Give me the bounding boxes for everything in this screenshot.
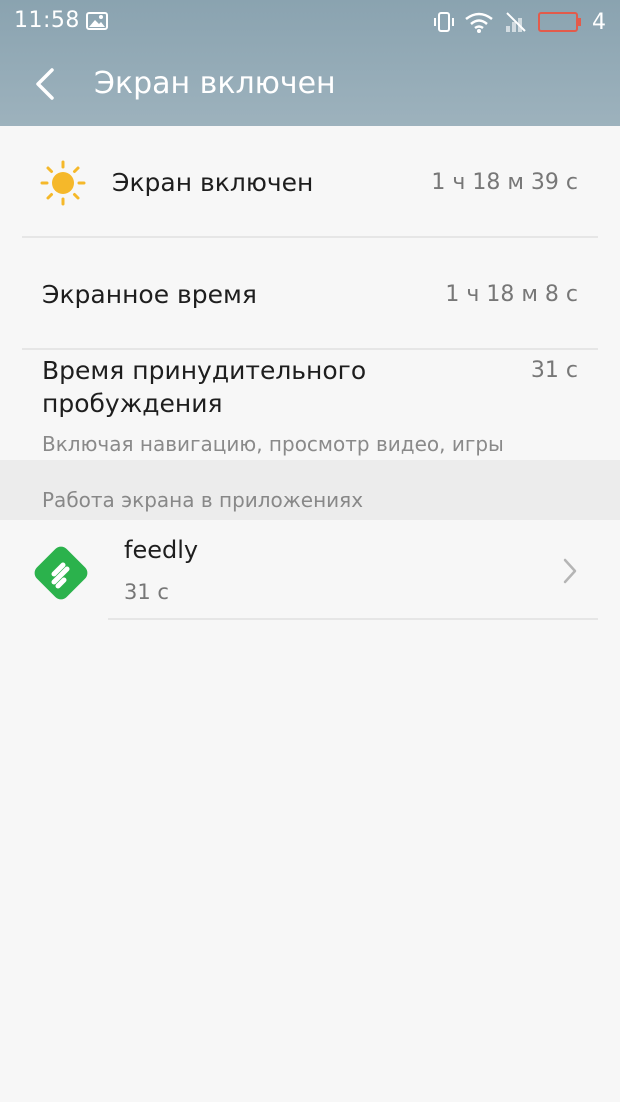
app-time: 31 с — [124, 580, 169, 604]
chevron-left-icon[interactable] — [30, 66, 60, 102]
status-time: 11:58 — [14, 8, 80, 33]
photo-icon — [86, 12, 108, 30]
header: 11:58 4 Экран включен — [0, 0, 620, 126]
battery-low-icon — [538, 12, 581, 32]
forced-wake-label-line1: Время принудительного — [42, 356, 367, 385]
app-name: feedly — [124, 536, 199, 564]
wifi-icon — [465, 12, 493, 33]
chevron-right-icon[interactable] — [560, 556, 580, 586]
screen-on-value: 1 ч 18 м 39 с — [431, 170, 578, 195]
status-icons: 4 — [434, 8, 606, 36]
sun-icon — [40, 160, 86, 206]
divider — [22, 348, 598, 350]
forced-wake-subtext: Включая навигацию, просмотр видео, игры — [42, 432, 504, 456]
status-bar: 11:58 4 — [0, 0, 620, 44]
screen-on-label: Экран включен — [112, 168, 314, 197]
forced-wake-value: 31 с — [530, 358, 578, 383]
forced-wake-label-line2: пробуждения — [42, 389, 223, 418]
vibrate-icon — [434, 12, 454, 32]
section-title: Работа экрана в приложениях — [42, 488, 364, 512]
screen-time-value: 1 ч 18 м 8 с — [445, 282, 578, 307]
page-title: Экран включен — [94, 66, 336, 101]
divider — [22, 236, 598, 238]
app-bar: Экран включен — [0, 44, 620, 126]
no-signal-icon — [506, 12, 526, 32]
screen-time-label: Экранное время — [42, 280, 257, 309]
battery-level: 4 — [592, 9, 606, 35]
divider — [108, 618, 598, 620]
feedly-icon — [34, 546, 88, 600]
